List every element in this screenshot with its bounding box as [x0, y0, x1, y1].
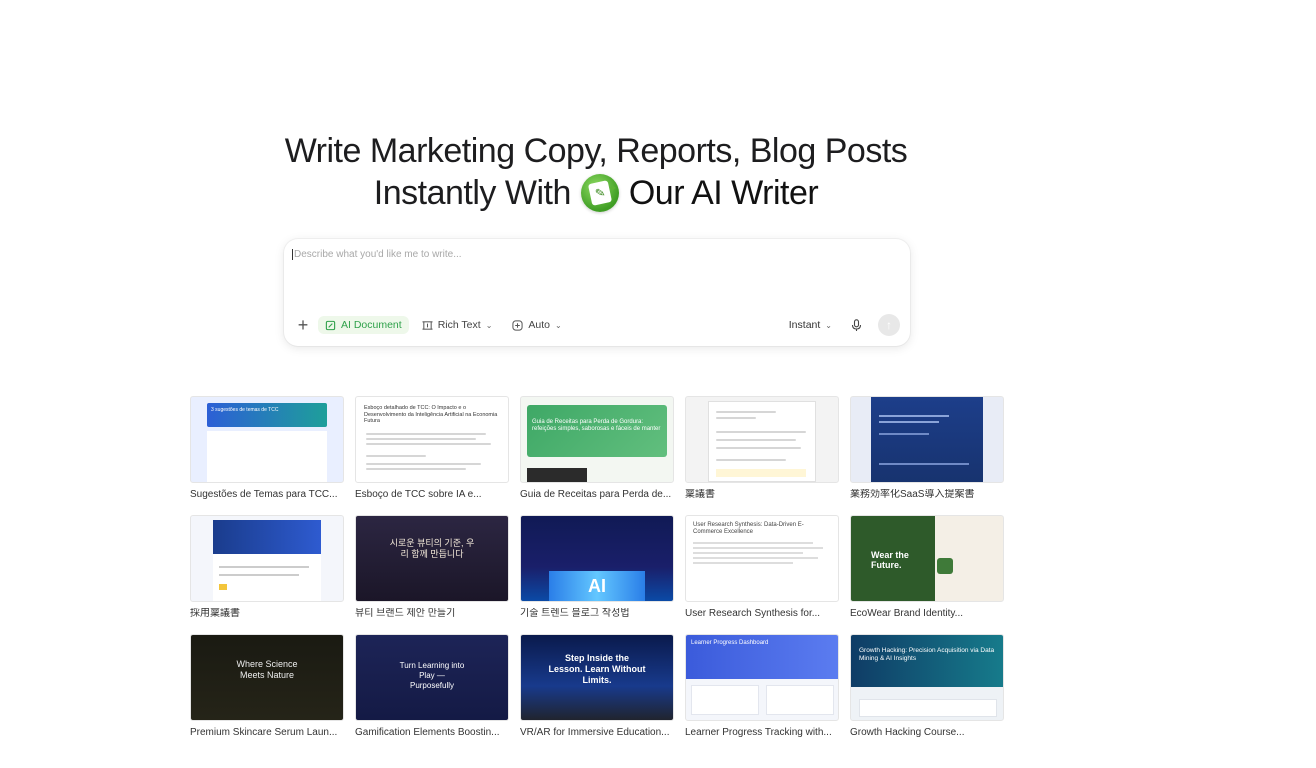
chevron-down-icon: ⌄	[555, 320, 562, 330]
rich-text-icon	[422, 320, 433, 330]
mode-dropdown[interactable]: Instant ⌄	[789, 319, 832, 331]
thumbnail-heading: Step Inside the Lesson. Learn Without Li…	[548, 653, 646, 685]
thumbnail-heading: Esboço detalhado de TCC: O Impacto e o D…	[364, 405, 498, 424]
template-card[interactable]: 採用稟議書	[190, 515, 344, 620]
template-title: User Research Synthesis for...	[685, 608, 821, 619]
rich-text-label: Rich Text	[437, 319, 481, 331]
template-thumbnail	[685, 396, 839, 483]
template-card[interactable]: 稟議書	[685, 396, 839, 501]
template-title: EcoWear Brand Identity...	[850, 608, 964, 619]
prompt-input[interactable]	[292, 249, 892, 260]
microphone-button[interactable]	[848, 317, 864, 333]
template-thumbnail	[850, 396, 1004, 483]
template-card[interactable]: Step Inside the Lesson. Learn Without Li…	[520, 634, 674, 739]
thumbnail-heading: Where Science Meets Nature	[236, 659, 298, 680]
template-title: 뷰티 브랜드 제안 만들기	[355, 608, 456, 619]
template-thumbnail	[190, 515, 344, 602]
thumbnail-heading: AI	[549, 571, 645, 601]
template-thumbnail: Wear the Future.	[850, 515, 1004, 602]
template-thumbnail: Where Science Meets Nature	[190, 634, 344, 721]
chevron-down-icon: ⌄	[485, 320, 493, 330]
template-card[interactable]: Wear the Future. EcoWear Brand Identity.…	[850, 515, 1004, 620]
template-card[interactable]: Turn Learning into Play — Purposefully G…	[355, 634, 509, 739]
auto-dropdown[interactable]: Auto ⌄	[505, 316, 568, 334]
rich-text-dropdown[interactable]: Rich Text ⌄	[415, 316, 500, 334]
template-title: Sugestões de Temas para TCC...	[190, 489, 338, 500]
prompt-composer: + AI Document Rich Text ⌄ Auto ⌄ Instant…	[284, 239, 910, 346]
thumbnail-panel	[207, 431, 327, 482]
ai-document-label: AI Document	[341, 319, 402, 331]
hero-heading: Write Marketing Copy, Reports, Blog Post…	[0, 130, 1192, 214]
template-title: 採用稟議書	[190, 608, 240, 619]
template-thumbnail: Learner Progress Dashboard	[685, 634, 839, 721]
template-title: Learner Progress Tracking with...	[685, 727, 832, 738]
template-gallery: 3 sugestões de temas de TCC Sugestões de…	[190, 396, 1005, 739]
thumbnail-panel	[871, 397, 983, 482]
template-card[interactable]: Guia de Receitas para Perda de Gordura: …	[520, 396, 674, 501]
template-card[interactable]: AI 기술 트렌드 블로그 작성법	[520, 515, 674, 620]
template-title: Guia de Receitas para Perda de...	[520, 489, 672, 500]
template-title: Esboço de TCC sobre IA e...	[355, 489, 482, 500]
hero-title-line2: Instantly With ✦ ✎ Our AI Writer	[0, 172, 1192, 214]
template-title: Gamification Elements Boostin...	[355, 727, 500, 738]
send-button[interactable]: ↑	[878, 314, 900, 336]
chevron-down-icon: ⌄	[825, 320, 832, 330]
template-card[interactable]: Esboço detalhado de TCC: O Impacto e o D…	[355, 396, 509, 501]
arrow-up-icon: ↑	[886, 318, 892, 332]
add-attachment-button[interactable]: +	[294, 315, 312, 335]
thumbnail-heading: 시로운 뷰티의 기준, 우리 함께 만듭니다	[389, 538, 475, 559]
template-thumbnail: AI	[520, 515, 674, 602]
template-thumbnail: Esboço detalhado de TCC: O Impacto e o D…	[355, 396, 509, 483]
template-thumbnail: 시로운 뷰티의 기준, 우리 함께 만듭니다	[355, 515, 509, 602]
template-thumbnail: User Research Synthesis: Data-Driven E-C…	[685, 515, 839, 602]
hero-title-prefix: Instantly With	[373, 174, 572, 212]
thumbnail-header: Growth Hacking: Precision Acquisition vi…	[851, 635, 1003, 687]
thumbnail-header	[213, 520, 321, 554]
template-thumbnail: 3 sugestões de temas de TCC	[190, 396, 344, 483]
template-thumbnail: Step Inside the Lesson. Learn Without Li…	[520, 634, 674, 721]
thumbnail-heading: Wear the Future.	[851, 516, 935, 601]
template-card[interactable]: 3 sugestões de temas de TCC Sugestões de…	[190, 396, 344, 501]
template-thumbnail: Growth Hacking: Precision Acquisition vi…	[850, 634, 1004, 721]
template-card[interactable]: User Research Synthesis: Data-Driven E-C…	[685, 515, 839, 620]
thumbnail-heading: User Research Synthesis: Data-Driven E-C…	[693, 522, 804, 535]
ai-document-chip[interactable]: AI Document	[318, 316, 409, 334]
composer-toolbar: + AI Document Rich Text ⌄ Auto ⌄ Instant…	[294, 314, 900, 336]
template-card[interactable]: Where Science Meets Nature Premium Skinc…	[190, 634, 344, 739]
microphone-icon	[851, 318, 861, 331]
leaf-icon	[937, 558, 953, 574]
document-icon	[325, 320, 336, 330]
thumbnail-header: Guia de Receitas para Perda de Gordura: …	[527, 405, 667, 457]
template-thumbnail: Guia de Receitas para Perda de Gordura: …	[520, 396, 674, 483]
thumbnail-header: 3 sugestões de temas de TCC	[207, 403, 327, 427]
mode-label: Instant	[788, 319, 821, 331]
template-thumbnail: Turn Learning into Play — Purposefully	[355, 634, 509, 721]
template-title: 業務効率化SaaS導入提案書	[850, 489, 975, 500]
template-card[interactable]: Learner Progress Dashboard Learner Progr…	[685, 634, 839, 739]
auto-label: Auto	[528, 319, 551, 331]
thumbnail-header: Learner Progress Dashboard	[686, 635, 838, 679]
template-title: Growth Hacking Course...	[850, 727, 965, 738]
document-pen-icon: ✎	[587, 180, 612, 206]
template-card[interactable]: 業務効率化SaaS導入提案書	[850, 396, 1004, 501]
template-card[interactable]: Growth Hacking: Precision Acquisition vi…	[850, 634, 1004, 739]
hero-title-line1: Write Marketing Copy, Reports, Blog Post…	[284, 132, 908, 170]
plus-square-icon	[512, 319, 523, 331]
ai-writer-logo-icon: ✦ ✎	[580, 174, 619, 212]
template-title: 稟議書	[685, 489, 715, 500]
thumbnail-panel	[213, 554, 321, 601]
template-card[interactable]: 시로운 뷰티의 기준, 우리 함께 만듭니다 뷰티 브랜드 제안 만들기	[355, 515, 509, 620]
template-title: Premium Skincare Serum Laun...	[190, 727, 338, 738]
hero-title-brand: Our AI Writer	[628, 174, 819, 212]
template-title: 기술 트렌드 블로그 작성법	[520, 608, 630, 619]
thumbnail-heading: Turn Learning into Play — Purposefully	[399, 661, 465, 690]
template-title: VR/AR for Immersive Education...	[520, 727, 670, 738]
